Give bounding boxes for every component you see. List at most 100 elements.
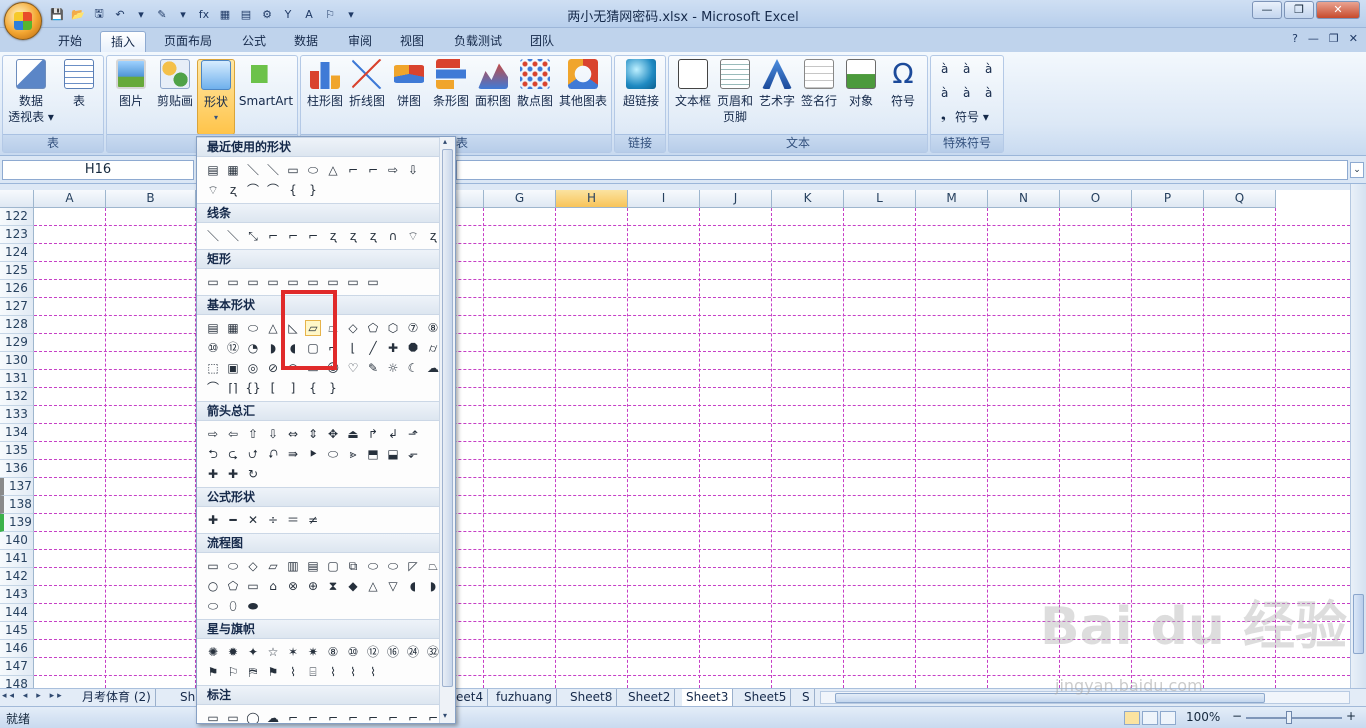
shape-item[interactable]: ✶ <box>285 644 301 660</box>
shape-item[interactable]: ✦ <box>245 644 261 660</box>
shape-item[interactable]: ◎ <box>245 360 261 376</box>
clipart-button[interactable]: 剪贴画 <box>153 59 197 109</box>
signature-line-button[interactable]: 签名行 <box>799 59 839 109</box>
shape-item[interactable]: ⬚ <box>205 360 221 376</box>
shape-item[interactable]: ⌒ <box>205 380 221 396</box>
formula-input[interactable] <box>456 160 1348 180</box>
shape-item[interactable]: ▦ <box>225 320 241 336</box>
shape-item[interactable]: ⌔ <box>205 182 221 198</box>
shape-item[interactable]: ⑩ <box>205 340 221 356</box>
shape-item[interactable]: ╱ <box>365 340 381 356</box>
shape-item[interactable]: ⌇ <box>345 664 361 680</box>
tab-team[interactable]: 团队 <box>520 31 564 52</box>
shape-item[interactable]: ＼ <box>205 228 221 244</box>
shape-item[interactable]: ＼ <box>265 162 281 178</box>
shape-item[interactable]: ⌐ <box>345 710 361 723</box>
row-header-131[interactable]: 131 <box>0 370 34 388</box>
shape-item[interactable]: ⌊ <box>345 340 361 356</box>
shape-item[interactable]: ◖ <box>405 578 421 594</box>
zoom-slider[interactable] <box>1246 717 1342 719</box>
shape-item[interactable]: ⚑ <box>205 664 221 680</box>
row-header-147[interactable]: 147 <box>0 658 34 676</box>
shape-item[interactable]: ◔ <box>245 340 261 356</box>
shape-item[interactable]: ʐ <box>225 182 241 198</box>
select-all-corner[interactable] <box>0 190 34 208</box>
shape-item[interactable]: ⏏ <box>345 426 361 442</box>
tab-insert[interactable]: 插入 <box>100 31 147 52</box>
shape-item[interactable]: ⌸ <box>305 664 321 680</box>
shape-item[interactable]: ⌭ <box>425 340 441 356</box>
symbol-button[interactable]: Ω 符号 <box>883 59 923 109</box>
shape-item[interactable]: ▭ <box>245 274 261 290</box>
row-header-134[interactable]: 134 <box>0 424 34 442</box>
column-header-o[interactable]: O <box>1060 190 1132 208</box>
shape-item[interactable]: ⌇ <box>365 664 381 680</box>
shape-item[interactable]: ⌐ <box>425 710 441 723</box>
shape-item[interactable]: ⇛ <box>285 446 301 462</box>
column-header-l[interactable]: L <box>844 190 916 208</box>
shape-item[interactable]: ＝ <box>285 512 301 528</box>
close-button[interactable]: ✕ <box>1316 1 1360 19</box>
shape-item[interactable]: ⬓ <box>385 446 401 462</box>
hyperlink-button[interactable]: 超链接 <box>617 59 665 109</box>
gallery-scroll-up-icon[interactable]: ▴ <box>443 137 447 146</box>
shape-item[interactable]: ⬡ <box>385 320 401 336</box>
zoom-level[interactable]: 100% <box>1186 710 1220 724</box>
sheet-tab-fuzhuang[interactable]: fuzhuang <box>492 689 557 706</box>
shape-item[interactable]: ⇨ <box>205 426 221 442</box>
shape-item[interactable]: ✎ <box>365 360 381 376</box>
shape-item[interactable]: ▭ <box>265 274 281 290</box>
sheet-tab-sheet5[interactable]: Sheet5 <box>740 689 792 706</box>
shape-item[interactable]: ▭ <box>285 162 301 178</box>
shape-item[interactable]: ∩ <box>385 228 401 244</box>
shape-item[interactable]: ⌐ <box>385 710 401 723</box>
shape-item[interactable]: ↲ <box>385 426 401 442</box>
row-header-133[interactable]: 133 <box>0 406 34 424</box>
shape-item[interactable]: ⬭ <box>365 558 381 574</box>
row-header-130[interactable]: 130 <box>0 352 34 370</box>
shape-item[interactable]: ⑫ <box>365 644 381 660</box>
shape-item[interactable]: ▭ <box>205 710 221 723</box>
shape-item[interactable]: ◇ <box>345 320 361 336</box>
sheet-tab-more[interactable]: S <box>798 689 815 706</box>
shape-item[interactable]: ʐ <box>345 228 361 244</box>
shape-item[interactable]: ⇩ <box>265 426 281 442</box>
row-header-141[interactable]: 141 <box>0 550 34 568</box>
row-header-123[interactable]: 123 <box>0 226 34 244</box>
shape-item[interactable]: ⧉ <box>345 558 361 574</box>
shape-item[interactable]: ○ <box>205 578 221 594</box>
shape-item[interactable]: ✚ <box>205 466 221 482</box>
shape-item[interactable]: ⬭ <box>225 558 241 574</box>
column-header-p[interactable]: P <box>1132 190 1204 208</box>
shape-item[interactable]: ⬭ <box>325 446 341 462</box>
row-header-132[interactable]: 132 <box>0 388 34 406</box>
row-header-143[interactable]: 143 <box>0 586 34 604</box>
shape-item[interactable]: ⮌ <box>205 446 221 462</box>
shape-item[interactable]: ▭ <box>325 274 341 290</box>
shape-item[interactable]: ⌐ <box>265 228 281 244</box>
shape-item[interactable]: ⧗ <box>325 578 341 594</box>
row-header-125[interactable]: 125 <box>0 262 34 280</box>
row-header-138[interactable]: 138 <box>0 496 34 514</box>
shape-item[interactable]: ◗ <box>265 340 281 356</box>
column-chart-button[interactable]: 柱形图 <box>303 59 347 109</box>
special-char-7[interactable]: ❟ <box>941 108 946 123</box>
close-workbook-button[interactable]: ✕ <box>1349 32 1358 45</box>
row-header-127[interactable]: 127 <box>0 298 34 316</box>
row-header-135[interactable]: 135 <box>0 442 34 460</box>
column-header-h[interactable]: H <box>556 190 628 208</box>
shape-item[interactable]: ⑧ <box>325 644 341 660</box>
shape-item[interactable]: } <box>305 182 321 198</box>
column-header-b[interactable]: B <box>106 190 196 208</box>
shape-item[interactable]: ⪢ <box>345 446 361 462</box>
shape-item[interactable]: ] <box>285 380 301 396</box>
shape-item[interactable]: ⬬ <box>245 598 261 614</box>
shape-item[interactable]: ㉜ <box>425 644 441 660</box>
shape-item[interactable]: ✚ <box>225 466 241 482</box>
zoom-in-button[interactable]: + <box>1346 709 1356 723</box>
shape-item[interactable]: ⌒ <box>265 182 281 198</box>
shape-item[interactable]: ＼ <box>245 162 261 178</box>
shape-item[interactable]: ▭ <box>305 274 321 290</box>
shape-item[interactable]: ⌂ <box>265 578 281 594</box>
shape-item[interactable]: ⊕ <box>305 578 321 594</box>
